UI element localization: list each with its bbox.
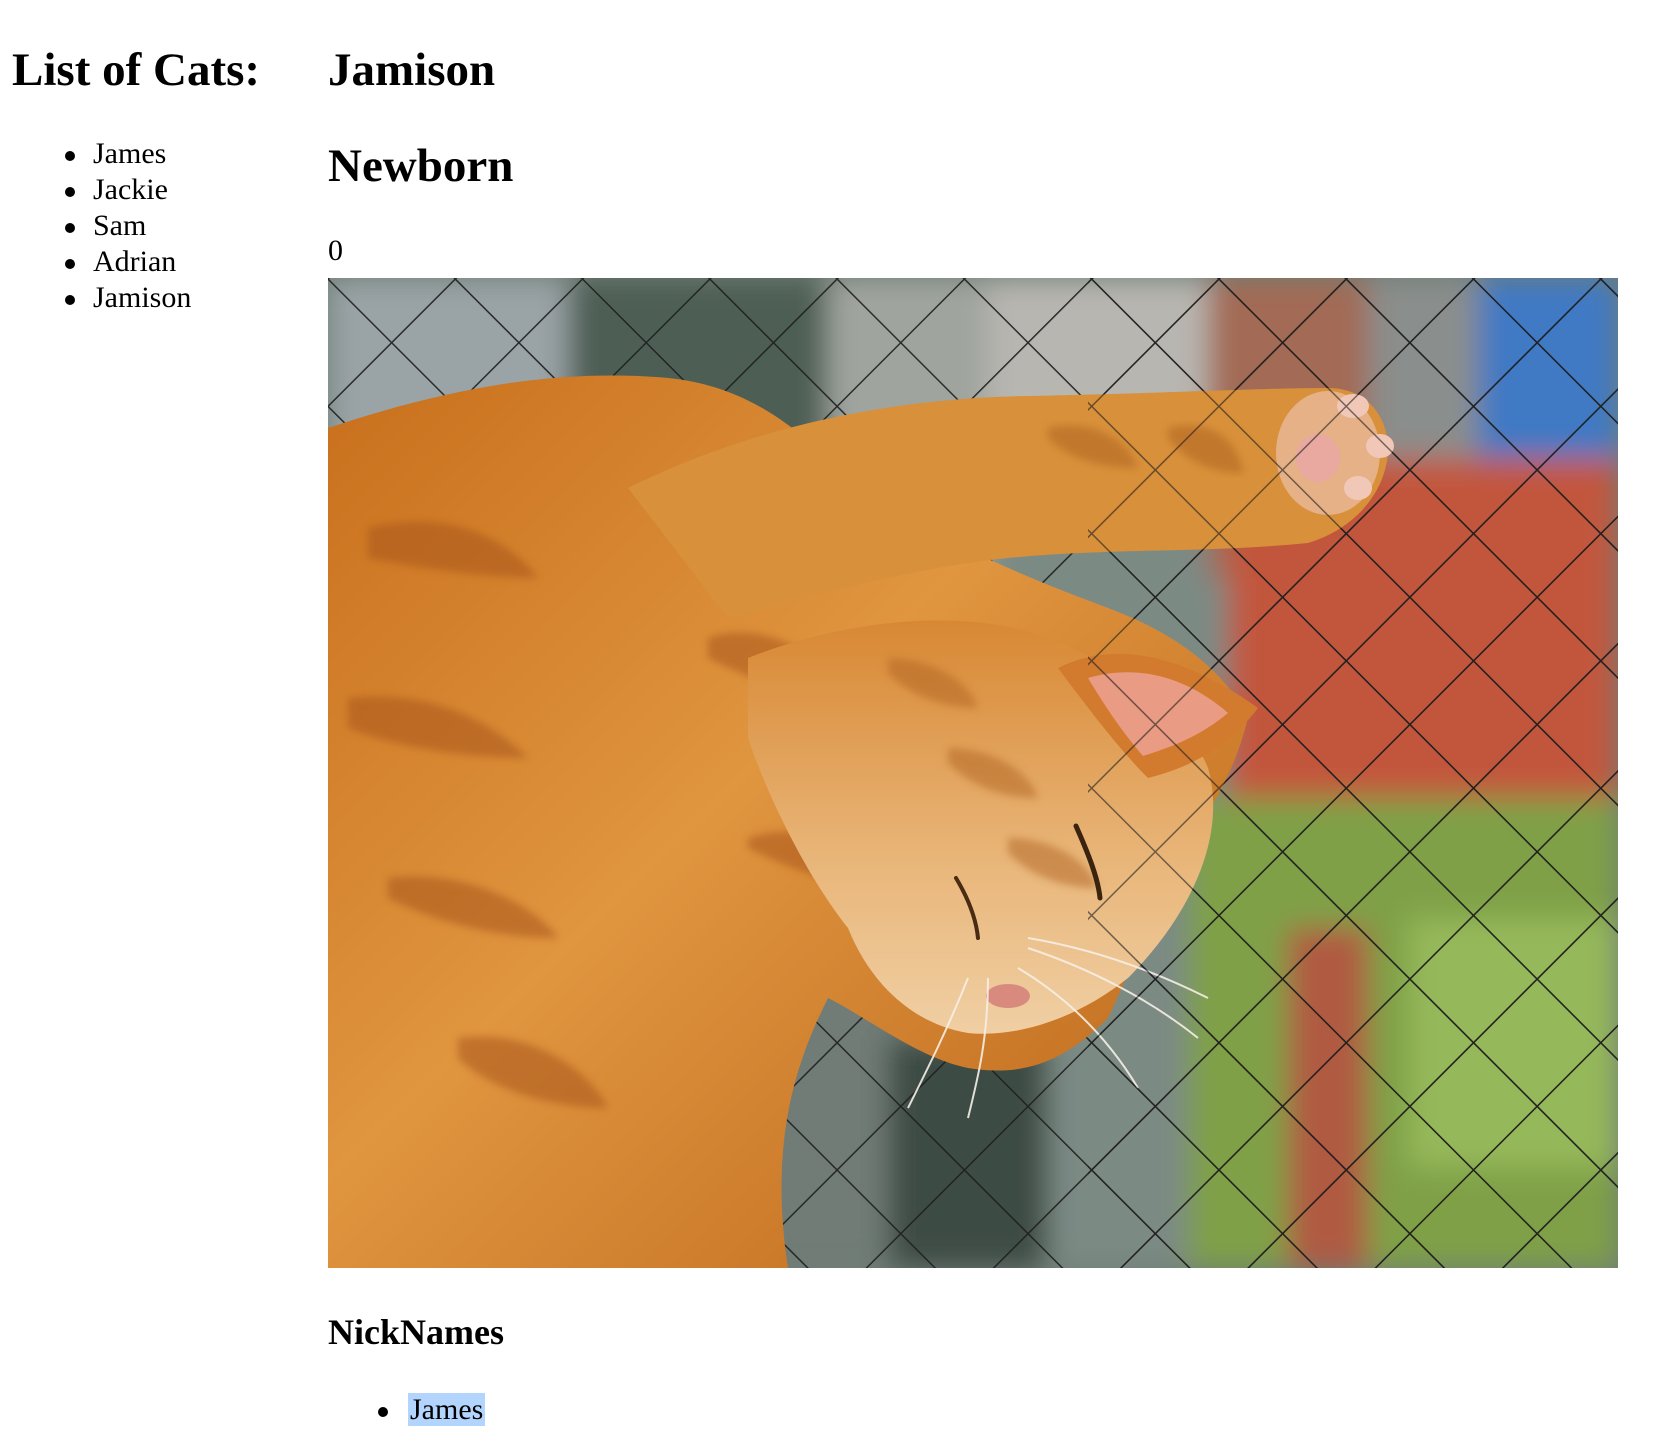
cat-list-item-james[interactable]: James [12,136,312,172]
nickname-item: James [328,1392,486,1428]
cat-list-title: List of Cats: [12,44,261,96]
page: List of Cats: James Jackie Sam Adrian Ja… [0,0,1666,1454]
cat-list-item-adrian[interactable]: Adrian [12,244,312,280]
cat-list-item-jamison[interactable]: Jamison [12,280,312,316]
cat-image[interactable] [328,278,1618,1268]
cat-name: Jamison [328,44,496,96]
click-count: 0 [328,234,343,267]
cat-list-item-sam[interactable]: Sam [12,208,312,244]
cat-age: Newborn [328,140,514,192]
nickname-text-selected[interactable]: James [408,1393,486,1426]
cat-detail-panel: Jamison Newborn 0 NickNames James [328,0,1618,1426]
cat-list-item-jackie[interactable]: Jackie [12,172,312,208]
cat-image-drawing [328,278,1618,1268]
cat-list: James Jackie Sam Adrian Jamison [12,136,312,316]
cat-list-panel: List of Cats: James Jackie Sam Adrian Ja… [12,0,312,316]
nicknames-heading: NickNames [328,1312,504,1352]
nicknames-list: James [328,1392,486,1428]
